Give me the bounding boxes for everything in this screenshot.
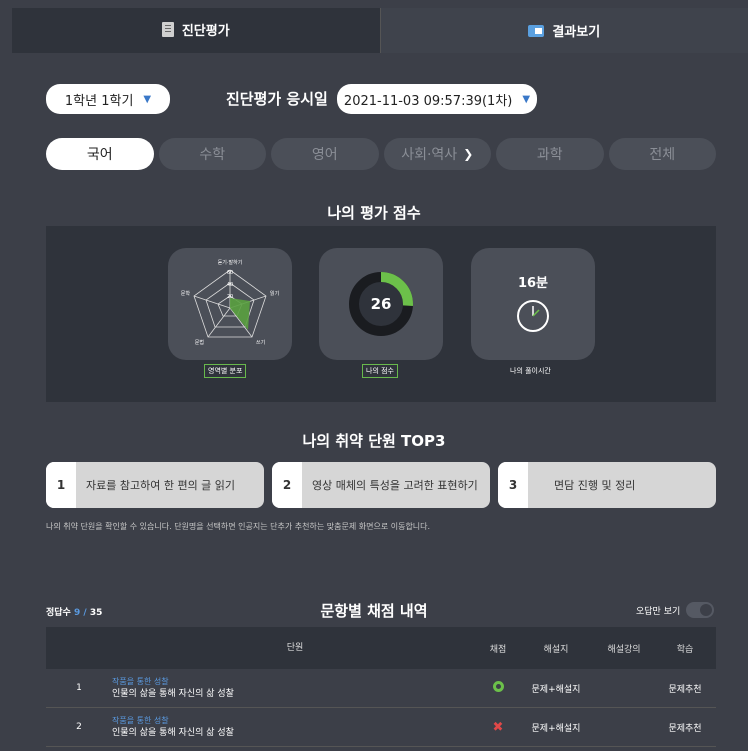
dropdown-arrow-icon: ▼	[522, 93, 531, 105]
subject-tab-science[interactable]: 과학	[496, 138, 604, 170]
weak-unit-3[interactable]: 3 면담 진행 및 정리	[498, 462, 716, 508]
time-label: 나의 풀이시간	[510, 367, 551, 375]
toggle-switch[interactable]	[686, 602, 715, 618]
subject-label: 전체	[649, 147, 676, 163]
tab-result-label: 결과보기	[552, 25, 601, 40]
header-lecture: 해설강의	[607, 644, 641, 655]
score-value: 26	[371, 295, 392, 313]
weak-note: 나의 취약 단원을 확인할 수 있습니다. 단원명을 선택하면 인공지는 단추가…	[46, 522, 431, 531]
row-unit[interactable]: 작품을 통한 성찰 인물의 삶을 통해 자신의 삶 성찰	[112, 715, 478, 739]
subject-tabs: 국어 수학 영어 사회·역사 ❯ 과학 전체	[46, 138, 716, 170]
header-unit: 단원	[286, 643, 304, 653]
result-table: 단원 채점 해설지 해설강의 학습 1 작품을 통한 성찰 인물의 삶을 통해 …	[46, 627, 716, 747]
dropdown-arrow-icon: ▼	[143, 93, 152, 105]
table-row: 2 작품을 통한 성찰 인물의 삶을 통해 자신의 삶 성찰 ✖ 문제+해설지 …	[46, 708, 716, 747]
subject-tab-all[interactable]: 전체	[608, 138, 716, 170]
row-unit-name: 인물의 삶을 통해 자신의 삶 성찰	[112, 689, 234, 699]
row-study-link[interactable]: 문제추천	[654, 721, 716, 734]
subject-label: 영어	[311, 147, 338, 163]
wrong-only-toggle[interactable]: 오답만 보기	[636, 602, 715, 618]
subject-label: 국어	[86, 147, 113, 163]
radar-chart: 듣기·말하기 읽기 쓰기 문법 문학 60 40 20	[181, 259, 279, 346]
date-select[interactable]: 2021-11-03 09:57:39(1차) ▼	[337, 84, 537, 114]
weak-unit-2[interactable]: 2 영상 매체의 특성을 고려한 표현하기	[272, 462, 490, 508]
row-score	[478, 681, 518, 695]
radar-axis-label: 듣기·말하기	[218, 259, 243, 266]
row-sheet-link[interactable]: 문제+해설지	[518, 721, 594, 734]
chevron-down-icon: ❯	[463, 147, 474, 161]
weak-unit-1[interactable]: 1 자료를 참고하여 한 편의 글 읽기	[46, 462, 264, 508]
weak-unit-number: 1	[46, 462, 76, 508]
document-icon	[161, 22, 174, 37]
score-donut: 26	[349, 272, 413, 336]
subject-label: 사회·역사	[401, 147, 458, 163]
subject-tab-korean[interactable]: 국어	[46, 138, 154, 170]
radar-axis-label: 읽기	[270, 290, 279, 297]
date-select-value: 2021-11-03 09:57:39(1차)	[343, 93, 513, 109]
row-unit[interactable]: 작품을 통한 성찰 인물의 삶을 통해 자신의 삶 성찰	[112, 676, 478, 700]
top-tabs: 진단평가 결과보기	[12, 8, 748, 53]
radar-card: 듣기·말하기 읽기 쓰기 문법 문학 60 40 20	[168, 248, 292, 360]
score-panel: 듣기·말하기 읽기 쓰기 문법 문학 60 40 20 영역별 분포 26 나의…	[46, 226, 716, 402]
subject-tab-social[interactable]: 사회·역사 ❯	[383, 138, 491, 170]
subject-tab-math[interactable]: 수학	[158, 138, 266, 170]
wrong-only-label: 오답만 보기	[636, 606, 681, 617]
radar-axis-label: 문법	[195, 339, 204, 346]
radar-data-area	[230, 298, 250, 330]
score-label: 나의 점수	[362, 364, 398, 378]
radar-axis-label: 쓰기	[256, 339, 265, 346]
radar-tick-label: 20	[227, 294, 233, 300]
row-study-link[interactable]: 문제추천	[654, 682, 716, 695]
weak-unit-text: 면담 진행 및 정리	[554, 478, 636, 492]
radar-tick-label: 40	[227, 282, 233, 288]
clock-icon	[517, 300, 549, 332]
tab-diagnosis-label: 진단평가	[181, 24, 230, 39]
row-score: ✖	[478, 720, 518, 735]
date-label: 진단평가 응시일	[226, 90, 328, 108]
score-section-title: 나의 평가 점수	[327, 204, 421, 222]
table-header: 단원 채점 해설지 해설강의 학습	[46, 627, 716, 669]
weak-unit-number: 2	[272, 462, 302, 508]
row-unit-tag: 작품을 통한 성찰	[112, 716, 169, 725]
subject-tab-english[interactable]: 영어	[271, 138, 379, 170]
subject-label: 수학	[199, 147, 226, 163]
weak-unit-number: 3	[498, 462, 528, 508]
weak-section-title: 나의 취약 단원 TOP3	[302, 432, 446, 450]
header-study: 학습	[676, 644, 694, 655]
wrong-icon: ✖	[492, 719, 504, 735]
subject-label: 과학	[536, 147, 563, 163]
row-number: 2	[76, 722, 82, 732]
row-sheet-link[interactable]: 문제+해설지	[518, 682, 594, 695]
row-unit-name: 인물의 삶을 통해 자신의 삶 성찰	[112, 728, 234, 738]
correct-icon	[492, 681, 504, 692]
radar-axis-label: 문학	[181, 290, 191, 297]
tab-result[interactable]: 결과보기	[379, 8, 748, 53]
grade-select-value: 1학년 1학기	[64, 93, 134, 109]
header-score: 채점	[489, 644, 507, 655]
tab-diagnosis[interactable]: 진단평가	[12, 8, 380, 53]
row-number: 1	[76, 683, 82, 693]
table-row: 1 작품을 통한 성찰 인물의 삶을 통해 자신의 삶 성찰 문제+해설지 문제…	[46, 669, 716, 708]
header-sheet: 해설지	[543, 644, 569, 655]
result-icon	[528, 24, 545, 37]
score-card: 26	[319, 248, 443, 360]
weak-unit-text: 영상 매체의 특성을 고려한 표현하기	[312, 478, 478, 492]
radar-label: 영역별 분포	[204, 364, 247, 378]
row-unit-tag: 작품을 통한 성찰	[112, 677, 169, 686]
time-card: 16분	[471, 248, 595, 360]
grade-select[interactable]: 1학년 1학기 ▼	[46, 84, 170, 114]
radar-tick-label: 60	[227, 270, 233, 276]
weak-unit-text: 자료를 참고하여 한 편의 글 읽기	[86, 478, 236, 492]
